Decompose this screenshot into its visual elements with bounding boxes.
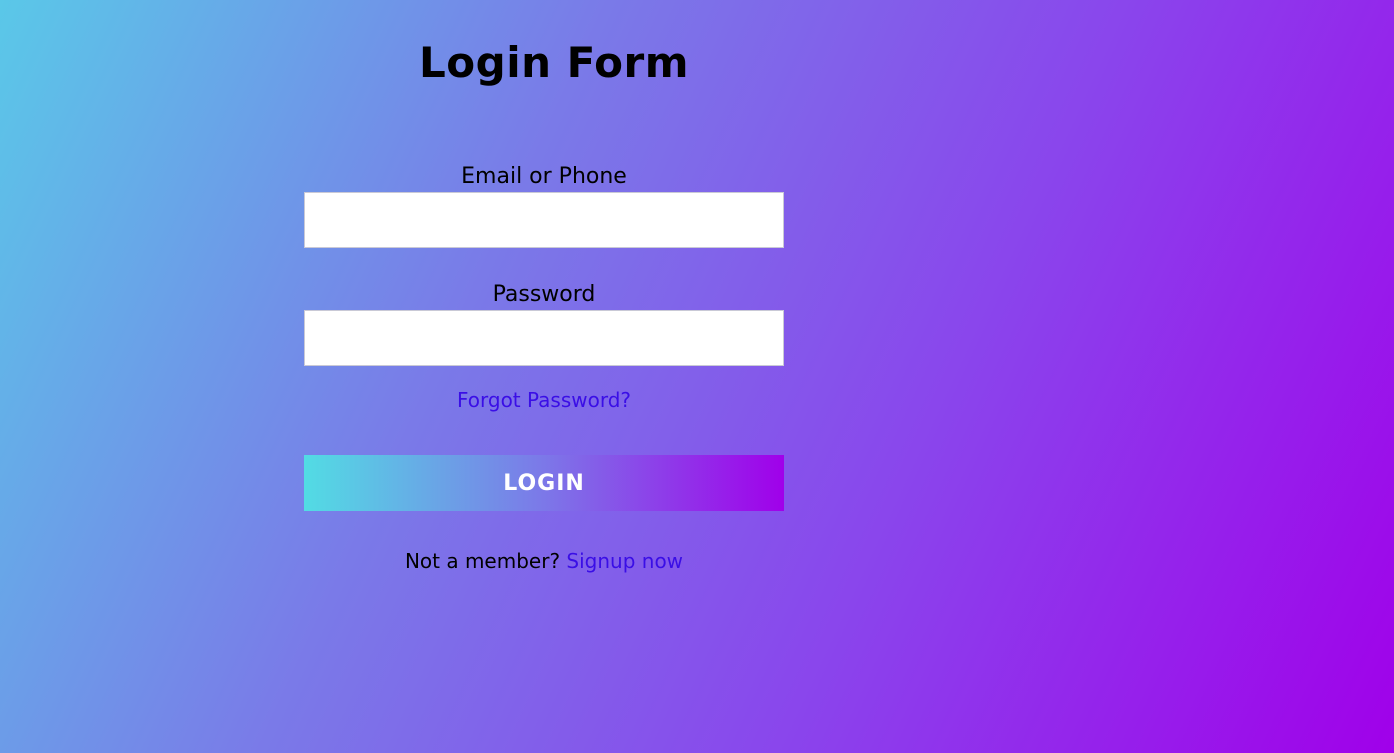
signup-prompt: Not a member?: [404, 549, 561, 573]
login-form-title: Login Form: [419, 38, 689, 87]
email-field-group: Email or Phone: [304, 162, 784, 248]
password-field-group: Password: [304, 280, 784, 366]
forgot-password-link[interactable]: Forgot Password?: [457, 388, 631, 412]
email-label: Email or Phone: [461, 164, 627, 189]
signup-row: Not a member? Signup now: [304, 549, 784, 573]
signup-link[interactable]: Signup now: [566, 549, 683, 573]
password-input[interactable]: [304, 310, 784, 366]
email-input[interactable]: [304, 192, 784, 248]
forgot-password-row: Forgot Password?: [304, 388, 784, 412]
login-button[interactable]: LOGIN: [304, 455, 784, 511]
password-label: Password: [492, 282, 596, 307]
